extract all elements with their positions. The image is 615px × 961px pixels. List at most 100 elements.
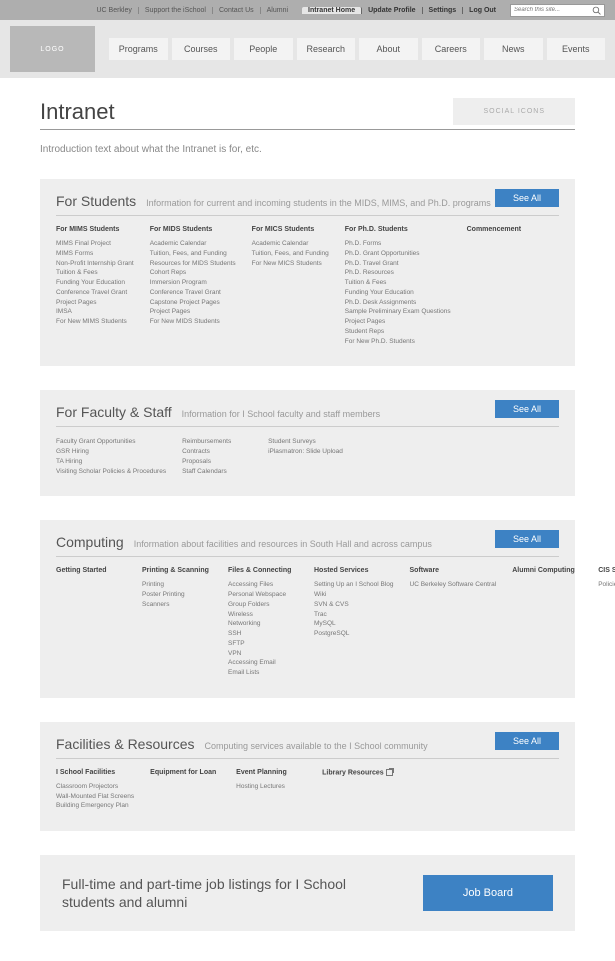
top-link-logout[interactable]: Log Out bbox=[463, 7, 502, 14]
link-item[interactable]: MIMS Final Project bbox=[56, 239, 134, 249]
link-item[interactable]: Wiki bbox=[314, 590, 394, 600]
link-item[interactable]: Scanners bbox=[142, 600, 212, 610]
logo[interactable]: LOGO bbox=[10, 26, 95, 72]
tab-courses[interactable]: Courses bbox=[172, 38, 231, 60]
link-item[interactable]: Capstone Project Pages bbox=[150, 298, 236, 308]
link-item[interactable]: Poster Printing bbox=[142, 590, 212, 600]
tab-research[interactable]: Research bbox=[297, 38, 356, 60]
link-item[interactable]: Email Lists bbox=[228, 668, 298, 678]
link-item[interactable]: Cohort Reps bbox=[150, 268, 236, 278]
link-item[interactable]: Wall-Mounted Flat Screens bbox=[56, 792, 134, 802]
link-item[interactable]: Reimbursements bbox=[182, 437, 252, 447]
link-item[interactable]: VPN bbox=[228, 649, 298, 659]
link-item[interactable]: MySQL bbox=[314, 619, 394, 629]
link-item[interactable]: Non-Profit Internship Grant bbox=[56, 259, 134, 269]
top-link-ucb[interactable]: UC Berkley bbox=[90, 7, 138, 14]
tab-news[interactable]: News bbox=[484, 38, 543, 60]
link-item[interactable]: Proposals bbox=[182, 457, 252, 467]
link-item[interactable]: Printing bbox=[142, 580, 212, 590]
search-icon[interactable] bbox=[592, 6, 601, 15]
link-item[interactable]: Networking bbox=[228, 619, 298, 629]
link-item[interactable]: Conference Travel Grant bbox=[150, 288, 236, 298]
link-item[interactable]: Resources for MIDS Students bbox=[150, 259, 236, 269]
link-item[interactable]: Project Pages bbox=[150, 307, 236, 317]
link-item[interactable]: For New MIMS Students bbox=[56, 317, 134, 327]
link-item[interactable]: Visiting Scholar Policies & Procedures bbox=[56, 467, 166, 477]
link-item[interactable]: For New MIDS Students bbox=[150, 317, 236, 327]
panel-jobs: Full-time and part-time job listings for… bbox=[40, 855, 575, 931]
top-link-contact[interactable]: Contact Us bbox=[213, 7, 261, 14]
link-item[interactable]: SVN & CVS bbox=[314, 600, 394, 610]
link-item[interactable]: Tuition & Fees bbox=[345, 278, 451, 288]
link-item[interactable]: Project Pages bbox=[345, 317, 451, 327]
link-item[interactable]: Conference Travel Grant bbox=[56, 288, 134, 298]
link-item[interactable]: SSH bbox=[228, 629, 298, 639]
link-item[interactable]: Staff Calendars bbox=[182, 467, 252, 477]
top-bar-left: UC Berkley Support the iSchool Contact U… bbox=[90, 7, 294, 14]
link-item[interactable]: Personal Webspace bbox=[228, 590, 298, 600]
link-item[interactable]: iPlasmatron: Slide Upload bbox=[268, 447, 343, 457]
link-item[interactable]: Trac bbox=[314, 610, 394, 620]
link-item[interactable]: Funding Your Education bbox=[56, 278, 134, 288]
top-link-alumni[interactable]: Alumni bbox=[261, 7, 294, 14]
link-item[interactable]: Accessing Email bbox=[228, 658, 298, 668]
link-item[interactable]: Immersion Program bbox=[150, 278, 236, 288]
social-icons-placeholder[interactable]: SOCIAL ICONS bbox=[453, 98, 575, 125]
link-item[interactable]: Hosting Lectures bbox=[236, 782, 306, 792]
column-heading: For MICS Students bbox=[252, 226, 329, 233]
search-input[interactable] bbox=[514, 7, 592, 13]
link-item[interactable]: Policies bbox=[598, 580, 615, 590]
link-item[interactable]: Tuition, Fees, and Funding bbox=[150, 249, 236, 259]
link-item[interactable]: For New Ph.D. Students bbox=[345, 337, 451, 347]
page-header: Intranet SOCIAL ICONS bbox=[40, 98, 575, 130]
link-item[interactable]: Ph.D. Grant Opportunities bbox=[345, 249, 451, 259]
link-item[interactable]: Building Emergency Plan bbox=[56, 801, 134, 811]
see-all-facilities[interactable]: See All bbox=[495, 732, 559, 750]
link-item[interactable]: Academic Calendar bbox=[150, 239, 236, 249]
link-item[interactable]: PostgreSQL bbox=[314, 629, 394, 639]
link-item[interactable]: Contracts bbox=[182, 447, 252, 457]
job-board-button[interactable]: Job Board bbox=[423, 875, 553, 911]
link-item[interactable]: Setting Up an I School Blog bbox=[314, 580, 394, 590]
link-item[interactable]: IMSA bbox=[56, 307, 134, 317]
link-item[interactable]: Ph.D. Resources bbox=[345, 268, 451, 278]
link-item[interactable]: Student Reps bbox=[345, 327, 451, 337]
link-item[interactable]: Ph.D. Forms bbox=[345, 239, 451, 249]
top-link-support[interactable]: Support the iSchool bbox=[139, 7, 213, 14]
column-heading: Equipment for Loan bbox=[150, 769, 220, 776]
see-all-faculty[interactable]: See All bbox=[495, 400, 559, 418]
link-item[interactable]: Sample Preliminary Exam Questions bbox=[345, 307, 451, 317]
link-item[interactable]: Classroom Projectors bbox=[56, 782, 134, 792]
link-item[interactable]: Wireless bbox=[228, 610, 298, 620]
link-item[interactable]: Faculty Grant Opportunities bbox=[56, 437, 166, 447]
tab-careers[interactable]: Careers bbox=[422, 38, 481, 60]
link-item[interactable]: Tuition & Fees bbox=[56, 268, 134, 278]
tab-programs[interactable]: Programs bbox=[109, 38, 168, 60]
link-item[interactable]: Ph.D. Travel Grant bbox=[345, 259, 451, 269]
link-item[interactable]: Academic Calendar bbox=[252, 239, 329, 249]
link-item[interactable]: Ph.D. Desk Assignments bbox=[345, 298, 451, 308]
search-box[interactable] bbox=[510, 4, 605, 17]
link-item[interactable]: Accessing Files bbox=[228, 580, 298, 590]
link-item[interactable]: GSR Hiring bbox=[56, 447, 166, 457]
link-item[interactable]: Tuition, Fees, and Funding bbox=[252, 249, 329, 259]
link-item[interactable]: Funding Your Education bbox=[345, 288, 451, 298]
link-item[interactable]: UC Berkeley Software Central bbox=[410, 580, 497, 590]
link-item[interactable]: MIMS Forms bbox=[56, 249, 134, 259]
tab-about[interactable]: About bbox=[359, 38, 418, 60]
link-item[interactable]: TA Hiring bbox=[56, 457, 166, 467]
link-item[interactable]: Group Folders bbox=[228, 600, 298, 610]
link-item[interactable]: Student Surveys bbox=[268, 437, 343, 447]
column-heading: Files & Connecting bbox=[228, 567, 298, 574]
link-item[interactable]: SFTP bbox=[228, 639, 298, 649]
see-all-students[interactable]: See All bbox=[495, 189, 559, 207]
tab-people[interactable]: People bbox=[234, 38, 293, 60]
tab-events[interactable]: Events bbox=[547, 38, 606, 60]
top-link-settings[interactable]: Settings bbox=[423, 7, 464, 14]
column: Files & Connecting Accessing FilesPersona… bbox=[228, 567, 298, 678]
top-link-intranet-home[interactable]: Intranet Home bbox=[302, 7, 362, 14]
link-item[interactable]: Project Pages bbox=[56, 298, 134, 308]
top-link-update-profile[interactable]: Update Profile bbox=[362, 7, 422, 14]
link-item[interactable]: For New MICS Students bbox=[252, 259, 329, 269]
see-all-computing[interactable]: See All bbox=[495, 530, 559, 548]
